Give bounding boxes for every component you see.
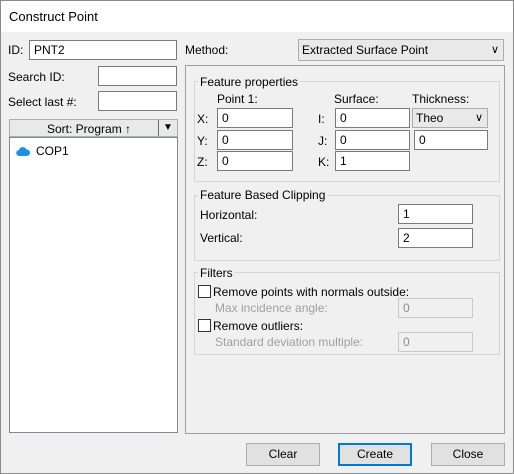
k-label: K: (318, 155, 330, 169)
close-button[interactable]: Close (431, 443, 505, 466)
remove-normals-label[interactable]: Remove points with normals outside: (213, 285, 409, 299)
method-dropdown[interactable]: Extracted Surface Point ∨ (298, 39, 504, 61)
search-id-input[interactable] (98, 66, 177, 86)
i-label: I: (318, 112, 325, 126)
list-item-label: COP1 (36, 144, 69, 158)
method-value: Extracted Surface Point (302, 43, 429, 57)
remove-normals-checkbox[interactable] (198, 285, 211, 298)
point-header: Point 1: (217, 92, 258, 106)
horizontal-field[interactable] (398, 204, 473, 224)
max-incidence-angle-field[interactable] (398, 298, 473, 318)
z-field[interactable] (217, 151, 293, 171)
create-button[interactable]: Create (338, 443, 412, 466)
x-label: X: (197, 112, 209, 126)
id-field[interactable] (29, 40, 177, 60)
thickness-header: Thickness: (412, 92, 470, 106)
id-label: ID: (8, 43, 24, 57)
sort-menu-chevron-icon[interactable]: ▼ (163, 122, 173, 133)
thickness-mode-value: Theo (416, 111, 444, 125)
y-field[interactable] (217, 130, 293, 150)
surface-header: Surface: (334, 92, 379, 106)
remove-outliers-checkbox[interactable] (198, 319, 211, 332)
cloud-icon (16, 145, 31, 160)
std-dev-multiple-field[interactable] (398, 332, 473, 352)
method-label: Method: (185, 43, 229, 57)
search-id-label: Search ID: (8, 70, 65, 84)
sort-button[interactable]: Sort: Program ↑ ▼ (9, 119, 178, 137)
title-bar: Construct Point (1, 1, 513, 32)
sort-label: Sort: Program ↑ (47, 122, 132, 136)
std-dev-multiple-label: Standard deviation multiple: (215, 335, 364, 349)
select-last-label: Select last #: (8, 95, 77, 109)
remove-outliers-label[interactable]: Remove outliers: (213, 319, 303, 333)
x-field[interactable] (217, 108, 293, 128)
feature-list[interactable]: COP1 (9, 137, 178, 433)
vertical-label: Vertical: (200, 231, 243, 245)
thickness-mode-dropdown[interactable]: Theo ∨ (412, 108, 488, 128)
j-label: J: (318, 134, 328, 148)
chevron-down-icon: ∨ (490, 44, 499, 56)
construct-point-dialog: Construct Point ID: Search ID: Select la… (0, 0, 514, 474)
j-field[interactable] (335, 130, 410, 150)
z-label: Z: (197, 155, 208, 169)
vertical-field[interactable] (398, 228, 473, 248)
sort-divider (158, 120, 159, 136)
select-last-input[interactable] (98, 91, 177, 111)
horizontal-label: Horizontal: (200, 208, 258, 222)
window-title: Construct Point (9, 9, 98, 24)
right-panel: Feature properties Point 1: Surface: Thi… (185, 65, 505, 434)
k-field[interactable] (335, 151, 410, 171)
max-incidence-angle-label: Max incidence angle: (215, 301, 328, 315)
clear-button[interactable]: Clear (246, 443, 320, 466)
clipping-title: Feature Based Clipping (198, 188, 328, 202)
i-field[interactable] (335, 108, 410, 128)
thickness-field[interactable] (414, 130, 488, 150)
filters-title: Filters (198, 266, 235, 280)
feature-properties-title: Feature properties (198, 75, 301, 89)
y-label: Y: (197, 134, 208, 148)
chevron-down-icon: ∨ (474, 112, 483, 124)
